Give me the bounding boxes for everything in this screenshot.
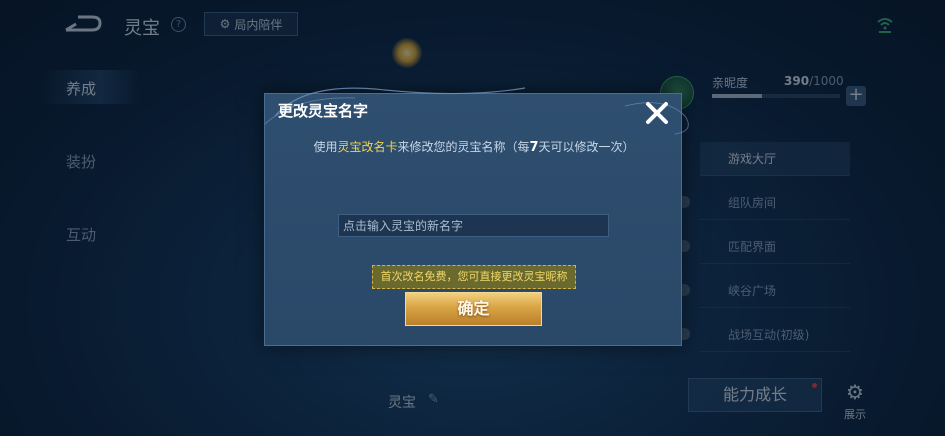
confirm-button[interactable]: 确定 — [405, 292, 542, 326]
rename-dialog: 更改灵宝名字 使用灵宝改名卡来修改您的灵宝名称（每7天可以修改一次） 首次改名免… — [264, 87, 689, 346]
close-icon[interactable] — [643, 99, 671, 127]
rename-card-link: 灵宝改名卡 — [337, 140, 398, 154]
free-rename-tip: 首次改名免费，您可直接更改灵宝昵称 — [372, 265, 576, 289]
dialog-title: 更改灵宝名字 — [278, 102, 369, 120]
rename-description: 使用灵宝改名卡来修改您的灵宝名称（每7天可以修改一次） — [313, 140, 635, 155]
new-name-input[interactable] — [338, 214, 609, 237]
